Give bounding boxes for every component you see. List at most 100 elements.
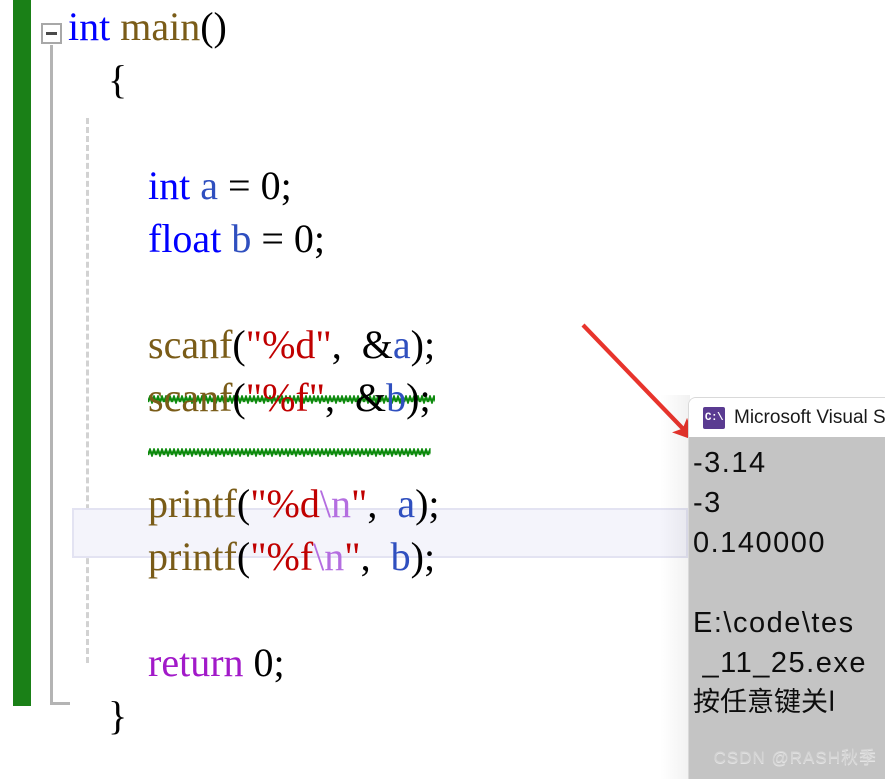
outline-fold-line (50, 45, 53, 705)
console-output-line: -3.14 (693, 447, 767, 479)
token-punct: () (200, 4, 227, 49)
line-blank-1[interactable] (68, 106, 440, 159)
line-printf-b[interactable]: printf("%f\n", b); (68, 530, 440, 583)
token-ctrl: return (148, 640, 244, 685)
token-fn: main (120, 4, 201, 49)
token-punct: ; (280, 163, 292, 208)
collapse-outline-button[interactable] (41, 23, 62, 44)
token-punct: ; (428, 481, 440, 526)
token-punct: ( (236, 481, 251, 526)
token-var: b (390, 534, 411, 579)
screenshot-root: int main() { int a = 0; float b = 0; sca… (0, 0, 885, 779)
line-scanf-b[interactable]: scanf("%f", &b); (68, 371, 440, 457)
token-kw: int (68, 4, 111, 49)
token-punct: ; (273, 640, 285, 685)
code-tokens: int a = 0; (148, 163, 292, 208)
minus-icon (46, 32, 57, 35)
line-return[interactable]: return 0; (68, 636, 440, 689)
token-str: "%f" (245, 375, 326, 420)
token-punct (110, 4, 120, 49)
console-output-line: E:\code\tes (693, 607, 855, 639)
token-punct: & (345, 375, 387, 420)
token-punct: = (251, 216, 294, 261)
token-punct: , (360, 534, 381, 579)
line-blank-3[interactable] (68, 424, 440, 477)
line-decl-b[interactable]: float b = 0; (68, 212, 440, 265)
token-str: "%d (250, 481, 320, 526)
token-kw: int (148, 163, 191, 208)
change-indicator-bar (13, 0, 31, 706)
token-punct (221, 216, 231, 261)
token-punct: , (331, 322, 352, 367)
console-window[interactable]: C:\ Microsoft Visual S -3.14 -3 0.140000 E… (688, 397, 885, 779)
token-punct (190, 163, 200, 208)
code-text[interactable]: int main() { int a = 0; float b = 0; sca… (68, 0, 440, 742)
line-scanf-a[interactable]: scanf("%d", &a); (68, 318, 440, 404)
token-punct: ( (236, 534, 251, 579)
token-num: 0 (253, 640, 274, 685)
code-tokens: return 0; (148, 640, 285, 685)
token-punct: , (325, 375, 346, 420)
code-tokens: scanf("%f", &b); (148, 375, 431, 457)
console-icon: C:\ (703, 406, 725, 429)
code-tokens: } (108, 693, 127, 738)
code-tokens: int main() (68, 4, 227, 49)
code-tokens: float b = 0; (148, 216, 325, 261)
token-punct: ; (423, 322, 436, 367)
token-str: "%f (250, 534, 314, 579)
console-output-line: _11_25.exe (693, 647, 867, 679)
code-tokens: printf("%d\n", a); (148, 481, 440, 526)
line-open-brace[interactable]: { (68, 53, 440, 106)
line-blank-2[interactable] (68, 265, 440, 318)
code-tokens: printf("%f\n", b); (148, 534, 435, 579)
watermark: CSDN @RASH秋季 (713, 748, 877, 767)
token-var: a (200, 163, 218, 208)
token-punct: } (108, 693, 128, 738)
console-output-line: 0.140000 (693, 527, 826, 559)
token-punct: ) (406, 375, 420, 420)
token-esc: \n (313, 534, 345, 579)
token-punct: ( (232, 322, 246, 367)
token-punct: ; (419, 375, 431, 420)
token-punct: = (218, 163, 261, 208)
token-punct: ; (313, 216, 325, 261)
console-titlebar[interactable]: C:\ Microsoft Visual S (689, 398, 885, 437)
token-num: 0 (260, 163, 281, 208)
line-decl-a[interactable]: int a = 0; (68, 159, 440, 212)
token-var: b (231, 216, 252, 261)
token-kw: float (148, 216, 222, 261)
token-str: "%d" (245, 322, 332, 367)
token-esc: \n (319, 481, 351, 526)
line-close-brace[interactable]: } (68, 689, 440, 742)
line-printf-a[interactable]: printf("%d\n", a); (68, 477, 440, 530)
token-fn: printf (148, 534, 237, 579)
token-str: " (350, 481, 368, 526)
console-output-line: 按任意键关l (693, 687, 836, 718)
token-var: a (392, 322, 411, 367)
line-blank-4[interactable] (68, 583, 440, 636)
token-fn: scanf (148, 322, 233, 367)
token-punct: ) (410, 322, 424, 367)
token-var: a (397, 481, 416, 526)
token-punct: ( (232, 375, 246, 420)
token-punct: & (351, 322, 393, 367)
code-tokens: { (108, 57, 127, 102)
token-punct: ) (415, 481, 429, 526)
line-main[interactable]: int main() (68, 0, 440, 53)
token-punct (381, 534, 391, 579)
console-title: Microsoft Visual S (734, 406, 885, 428)
token-punct: { (108, 57, 128, 102)
token-fn: printf (148, 481, 237, 526)
console-output-area[interactable]: -3.14 -3 0.140000 E:\code\tes _11_25.exe 按任… (689, 437, 885, 779)
token-num: 0 (293, 216, 314, 261)
outline-fold-line-foot (50, 702, 70, 705)
